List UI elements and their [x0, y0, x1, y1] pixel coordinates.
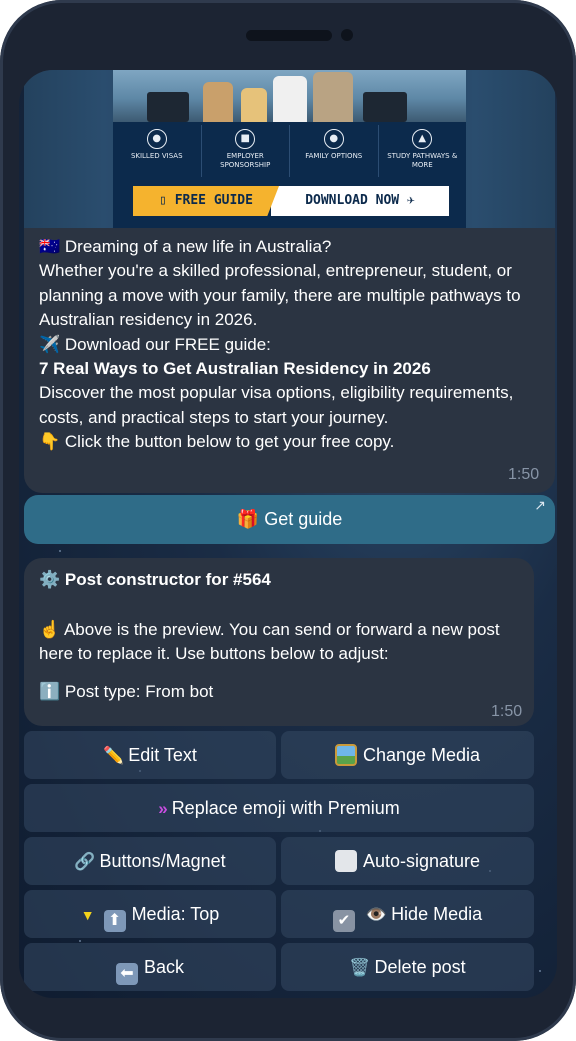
book-icon: ▯	[159, 193, 175, 208]
feature-family-options: ● FAMILY OPTIONS	[290, 125, 379, 177]
constructor-timestamp: 1:50	[491, 703, 523, 720]
constructor-title: ⚙️ Post constructor for #564	[39, 570, 271, 589]
auto-signature-button[interactable]: Auto-signature	[281, 837, 534, 885]
free-guide-label: ▯ FREE GUIDE	[133, 186, 279, 216]
speaker-grille	[246, 30, 332, 41]
post-constructor-message[interactable]: ⚙️ Post constructor for #564 ☝️ Above is…	[24, 558, 534, 726]
trash-icon: 🗑️	[349, 958, 371, 977]
post-guide-title: 7 Real Ways to Get Australian Residency …	[39, 359, 431, 379]
family-photo	[113, 70, 466, 122]
hide-media-button[interactable]: ✔ 👁️ Hide Media	[281, 890, 534, 938]
post-text: 🇦🇺 Dreaming of a new life in Australia? …	[39, 235, 539, 455]
checkbox-icon: ✔	[332, 910, 355, 932]
external-link-icon: ↗	[534, 497, 546, 513]
pencil-icon: ✏️	[103, 746, 125, 765]
people-icon: ●	[146, 129, 167, 149]
back-button[interactable]: ⬅ Back	[24, 943, 276, 991]
post-type-label: ℹ️ Post type: From bot	[39, 682, 214, 701]
post-line-2: Whether you're a skilled professional, e…	[39, 261, 521, 330]
phone-frame: ● SKILLED VISAS ■ EMPLOYER SPONSORSHIP ●…	[0, 0, 576, 1041]
family-icon: ●	[323, 129, 344, 149]
post-line-3: ✈️ Download our FREE guide:	[39, 334, 271, 354]
picture-icon	[334, 744, 357, 766]
chat-screen[interactable]: ● SKILLED VISAS ■ EMPLOYER SPONSORSHIP ●…	[19, 70, 557, 998]
briefcase-icon: ■	[235, 129, 256, 149]
delete-post-button[interactable]: 🗑️ Delete post	[281, 943, 534, 991]
post-timestamp: 1:50	[508, 466, 540, 483]
banner-feature-row: ● SKILLED VISAS ■ EMPLOYER SPONSORSHIP ●…	[113, 125, 466, 177]
download-now-label: DOWNLOAD NOW ✈	[271, 186, 449, 216]
gift-icon: 🎁	[236, 509, 260, 529]
selected-triangle-icon: ▼	[80, 907, 95, 923]
double-chevron-icon: »	[158, 799, 168, 818]
banner-cta: ▯ FREE GUIDE DOWNLOAD NOW ✈	[133, 186, 449, 216]
eye-icon: 👁️	[365, 905, 388, 924]
post-line-5: Discover the most popular visa options, …	[39, 383, 514, 427]
arrow-left-icon: ⬅	[115, 963, 138, 985]
edit-text-button[interactable]: ✏️ Edit Text	[24, 731, 276, 779]
promo-banner-image[interactable]: ● SKILLED VISAS ■ EMPLOYER SPONSORSHIP ●…	[24, 70, 555, 228]
change-media-button[interactable]: Change Media	[281, 731, 534, 779]
channel-post-preview[interactable]: ● SKILLED VISAS ■ EMPLOYER SPONSORSHIP ●…	[24, 70, 555, 493]
feature-study-pathways: ▲ STUDY PATHWAYS & MORE	[379, 125, 467, 177]
feature-skilled-visas: ● SKILLED VISAS	[113, 125, 202, 177]
feature-employer-sponsorship: ■ EMPLOYER SPONSORSHIP	[202, 125, 290, 177]
pointing-up-icon: ☝️	[39, 620, 61, 639]
get-guide-button[interactable]: 🎁 Get guide ↗	[24, 495, 555, 544]
post-line-6: 👇 Click the button below to get your fre…	[39, 432, 395, 452]
link-icon: 🔗	[74, 852, 96, 871]
buttons-magnet-button[interactable]: 🔗 Buttons/Magnet	[24, 837, 276, 885]
banner-artwork: ● SKILLED VISAS ■ EMPLOYER SPONSORSHIP ●…	[113, 70, 466, 228]
front-camera	[341, 29, 353, 41]
media-position-button[interactable]: ▼ ⬆ Media: Top	[24, 890, 276, 938]
graduation-cap-icon: ▲	[412, 129, 433, 149]
gear-icon: ⚙️	[39, 570, 61, 589]
constructor-body: ☝️ Above is the preview. You can send or…	[39, 620, 500, 663]
white-square-icon	[334, 850, 357, 872]
airplane-icon: ✈	[399, 193, 415, 208]
get-guide-label: Get guide	[264, 509, 343, 529]
post-line-1: 🇦🇺 Dreaming of a new life in Australia?	[39, 237, 332, 256]
replace-emoji-button[interactable]: » Replace emoji with Premium	[24, 784, 534, 832]
arrow-up-icon: ⬆	[103, 910, 126, 932]
info-icon: ℹ️	[39, 682, 61, 701]
